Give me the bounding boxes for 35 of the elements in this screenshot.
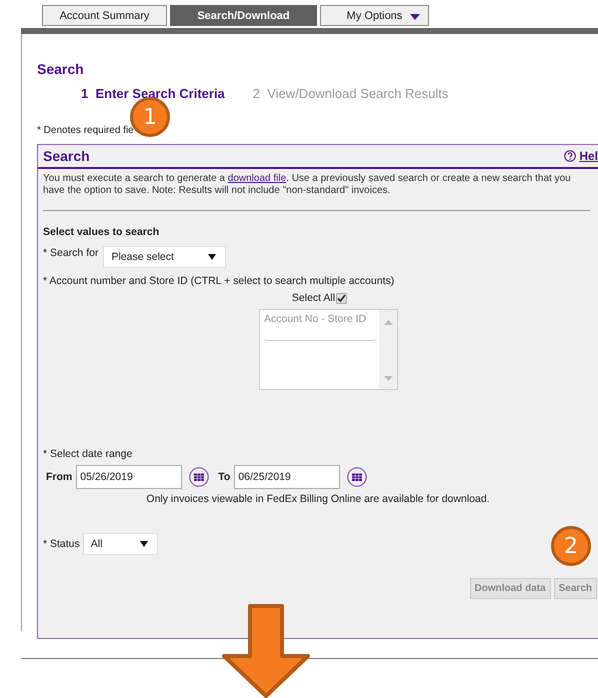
dropdown[interactable]: All: [82, 533, 158, 555]
list-header: Account No - Store ID: [264, 313, 368, 325]
calendar-icon: [347, 467, 368, 487]
required-note: * Denotes required fie: [37, 125, 135, 136]
dropdown[interactable]: Please select: [103, 246, 226, 268]
checkbox[interactable]: [336, 292, 348, 304]
date-field[interactable]: 06/25/2019: [234, 465, 340, 489]
field-label: * Status: [43, 538, 80, 550]
help-link[interactable]: Hel: [579, 149, 598, 163]
section-title: Select values to search: [43, 226, 160, 238]
checkbox-label: Select All: [292, 292, 336, 304]
down-arrow-icon: [220, 603, 312, 698]
panel-title: Search: [43, 148, 90, 164]
field-label: * Select date range: [43, 448, 134, 460]
field-label: From: [46, 471, 72, 483]
step-label: 1 Enter Search Criteria: [81, 86, 225, 101]
caret-icon: [140, 541, 148, 547]
nav-tab[interactable]: Account Summary: [42, 5, 167, 26]
calendar-icon: [189, 467, 210, 487]
intro-text: You must execute a search to generate a download file. Use a previously saved search or create a new search that you have the option to save. Note: Results will not include "non-standard" invoices.: [43, 173, 572, 197]
field-label: To: [218, 471, 230, 483]
step-label: 2 View/Download Search Results: [252, 86, 448, 101]
scroll-up-icon: [384, 320, 392, 325]
check-icon: [337, 294, 346, 302]
field-label: * Search for: [43, 247, 98, 259]
download-file-link[interactable]: download file: [228, 173, 286, 184]
nav-tab[interactable]: Search/Download: [170, 5, 317, 26]
scroll-down-icon: [384, 376, 392, 381]
page-title: Search: [37, 61, 85, 77]
caret-icon: [208, 254, 216, 260]
date-note: Only invoices viewable in FedEx Billing Online are available for download.: [145, 493, 491, 505]
help-icon: [564, 150, 576, 162]
date-field[interactable]: 05/26/2019: [76, 465, 182, 489]
nav-tab[interactable]: My Options: [320, 5, 429, 26]
field-label: * Account number and Store ID (CTRL + select to search multiple accounts): [43, 275, 396, 287]
